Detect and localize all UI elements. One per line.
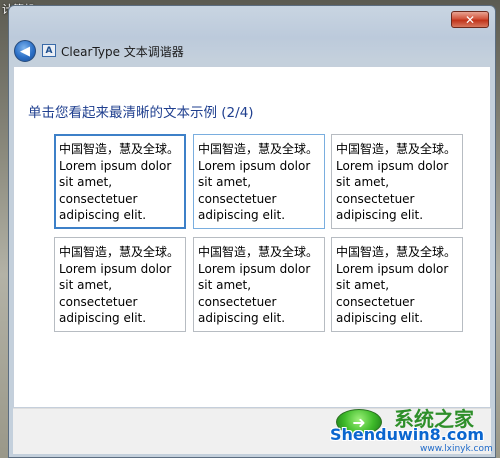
cleartype-app-icon: A: [42, 44, 56, 57]
text-sample-6[interactable]: 中国智造，慧及全球。 Lorem ipsum dolor sit amet, c…: [331, 237, 463, 332]
back-arrow-icon: ◀: [20, 43, 30, 59]
watermark-site: Shenduwin8.com: [330, 425, 485, 444]
sample-line: 中国智造，慧及全球。: [59, 245, 180, 259]
sample-line: Lorem ipsum dolor: [59, 261, 172, 276]
sample-line: 中国智造，慧及全球。: [336, 142, 457, 156]
sample-line: adipiscing elit.: [198, 311, 286, 325]
sample-line: sit amet,: [59, 175, 113, 189]
sample-line: adipiscing elit.: [198, 208, 286, 222]
sample-line: consectetuer: [59, 191, 138, 206]
sample-line: consectetuer: [198, 294, 277, 309]
sample-line: 中国智造，慧及全球。: [59, 142, 180, 156]
sample-line: consectetuer: [198, 191, 277, 206]
sample-line: adipiscing elit.: [336, 208, 424, 222]
sample-line: sit amet,: [198, 175, 252, 189]
sample-line: 中国智造，慧及全球。: [198, 245, 319, 259]
back-button[interactable]: ◀: [14, 40, 36, 62]
sample-line: Lorem ipsum dolor: [336, 158, 449, 173]
sample-line: Lorem ipsum dolor: [59, 158, 172, 173]
sample-line: sit amet,: [336, 278, 390, 292]
text-sample-3[interactable]: 中国智造，慧及全球。 Lorem ipsum dolor sit amet, c…: [331, 134, 463, 229]
close-button[interactable]: ✕: [451, 11, 489, 28]
sample-line: Lorem ipsum dolor: [336, 261, 449, 276]
sample-line: sit amet,: [336, 175, 390, 189]
text-sample-1[interactable]: 中国智造，慧及全球。 Lorem ipsum dolor sit amet, c…: [54, 134, 186, 229]
sample-line: consectetuer: [336, 294, 415, 309]
content-panel: 单击您看起来最清晰的文本示例 (2/4) 中国智造，慧及全球。 Lorem ip…: [13, 66, 491, 408]
window-title: ClearType 文本调谐器: [61, 45, 184, 59]
sample-line: adipiscing elit.: [59, 311, 147, 325]
sample-line: sit amet,: [198, 278, 252, 292]
watermark-url: www.lxinyk.com: [420, 444, 493, 454]
sample-line: adipiscing elit.: [59, 208, 147, 222]
sample-line: Lorem ipsum dolor: [198, 261, 311, 276]
instruction-text: 单击您看起来最清晰的文本示例 (2/4): [28, 105, 254, 121]
sample-line: sit amet,: [59, 278, 113, 292]
text-sample-5[interactable]: 中国智造，慧及全球。 Lorem ipsum dolor sit amet, c…: [193, 237, 325, 332]
cleartype-window: ✕ ◀ A ClearType 文本调谐器 单击您看起来最清晰的文本示例 (2/…: [8, 5, 496, 458]
close-icon: ✕: [464, 12, 476, 27]
sample-line: consectetuer: [336, 191, 415, 206]
sample-line: 中国智造，慧及全球。: [198, 142, 319, 156]
sample-line: Lorem ipsum dolor: [198, 158, 311, 173]
text-sample-2[interactable]: 中国智造，慧及全球。 Lorem ipsum dolor sit amet, c…: [193, 134, 325, 229]
text-sample-4[interactable]: 中国智造，慧及全球。 Lorem ipsum dolor sit amet, c…: [54, 237, 186, 332]
sample-line: consectetuer: [59, 294, 138, 309]
sample-line: 中国智造，慧及全球。: [336, 245, 457, 259]
sample-line: adipiscing elit.: [336, 311, 424, 325]
